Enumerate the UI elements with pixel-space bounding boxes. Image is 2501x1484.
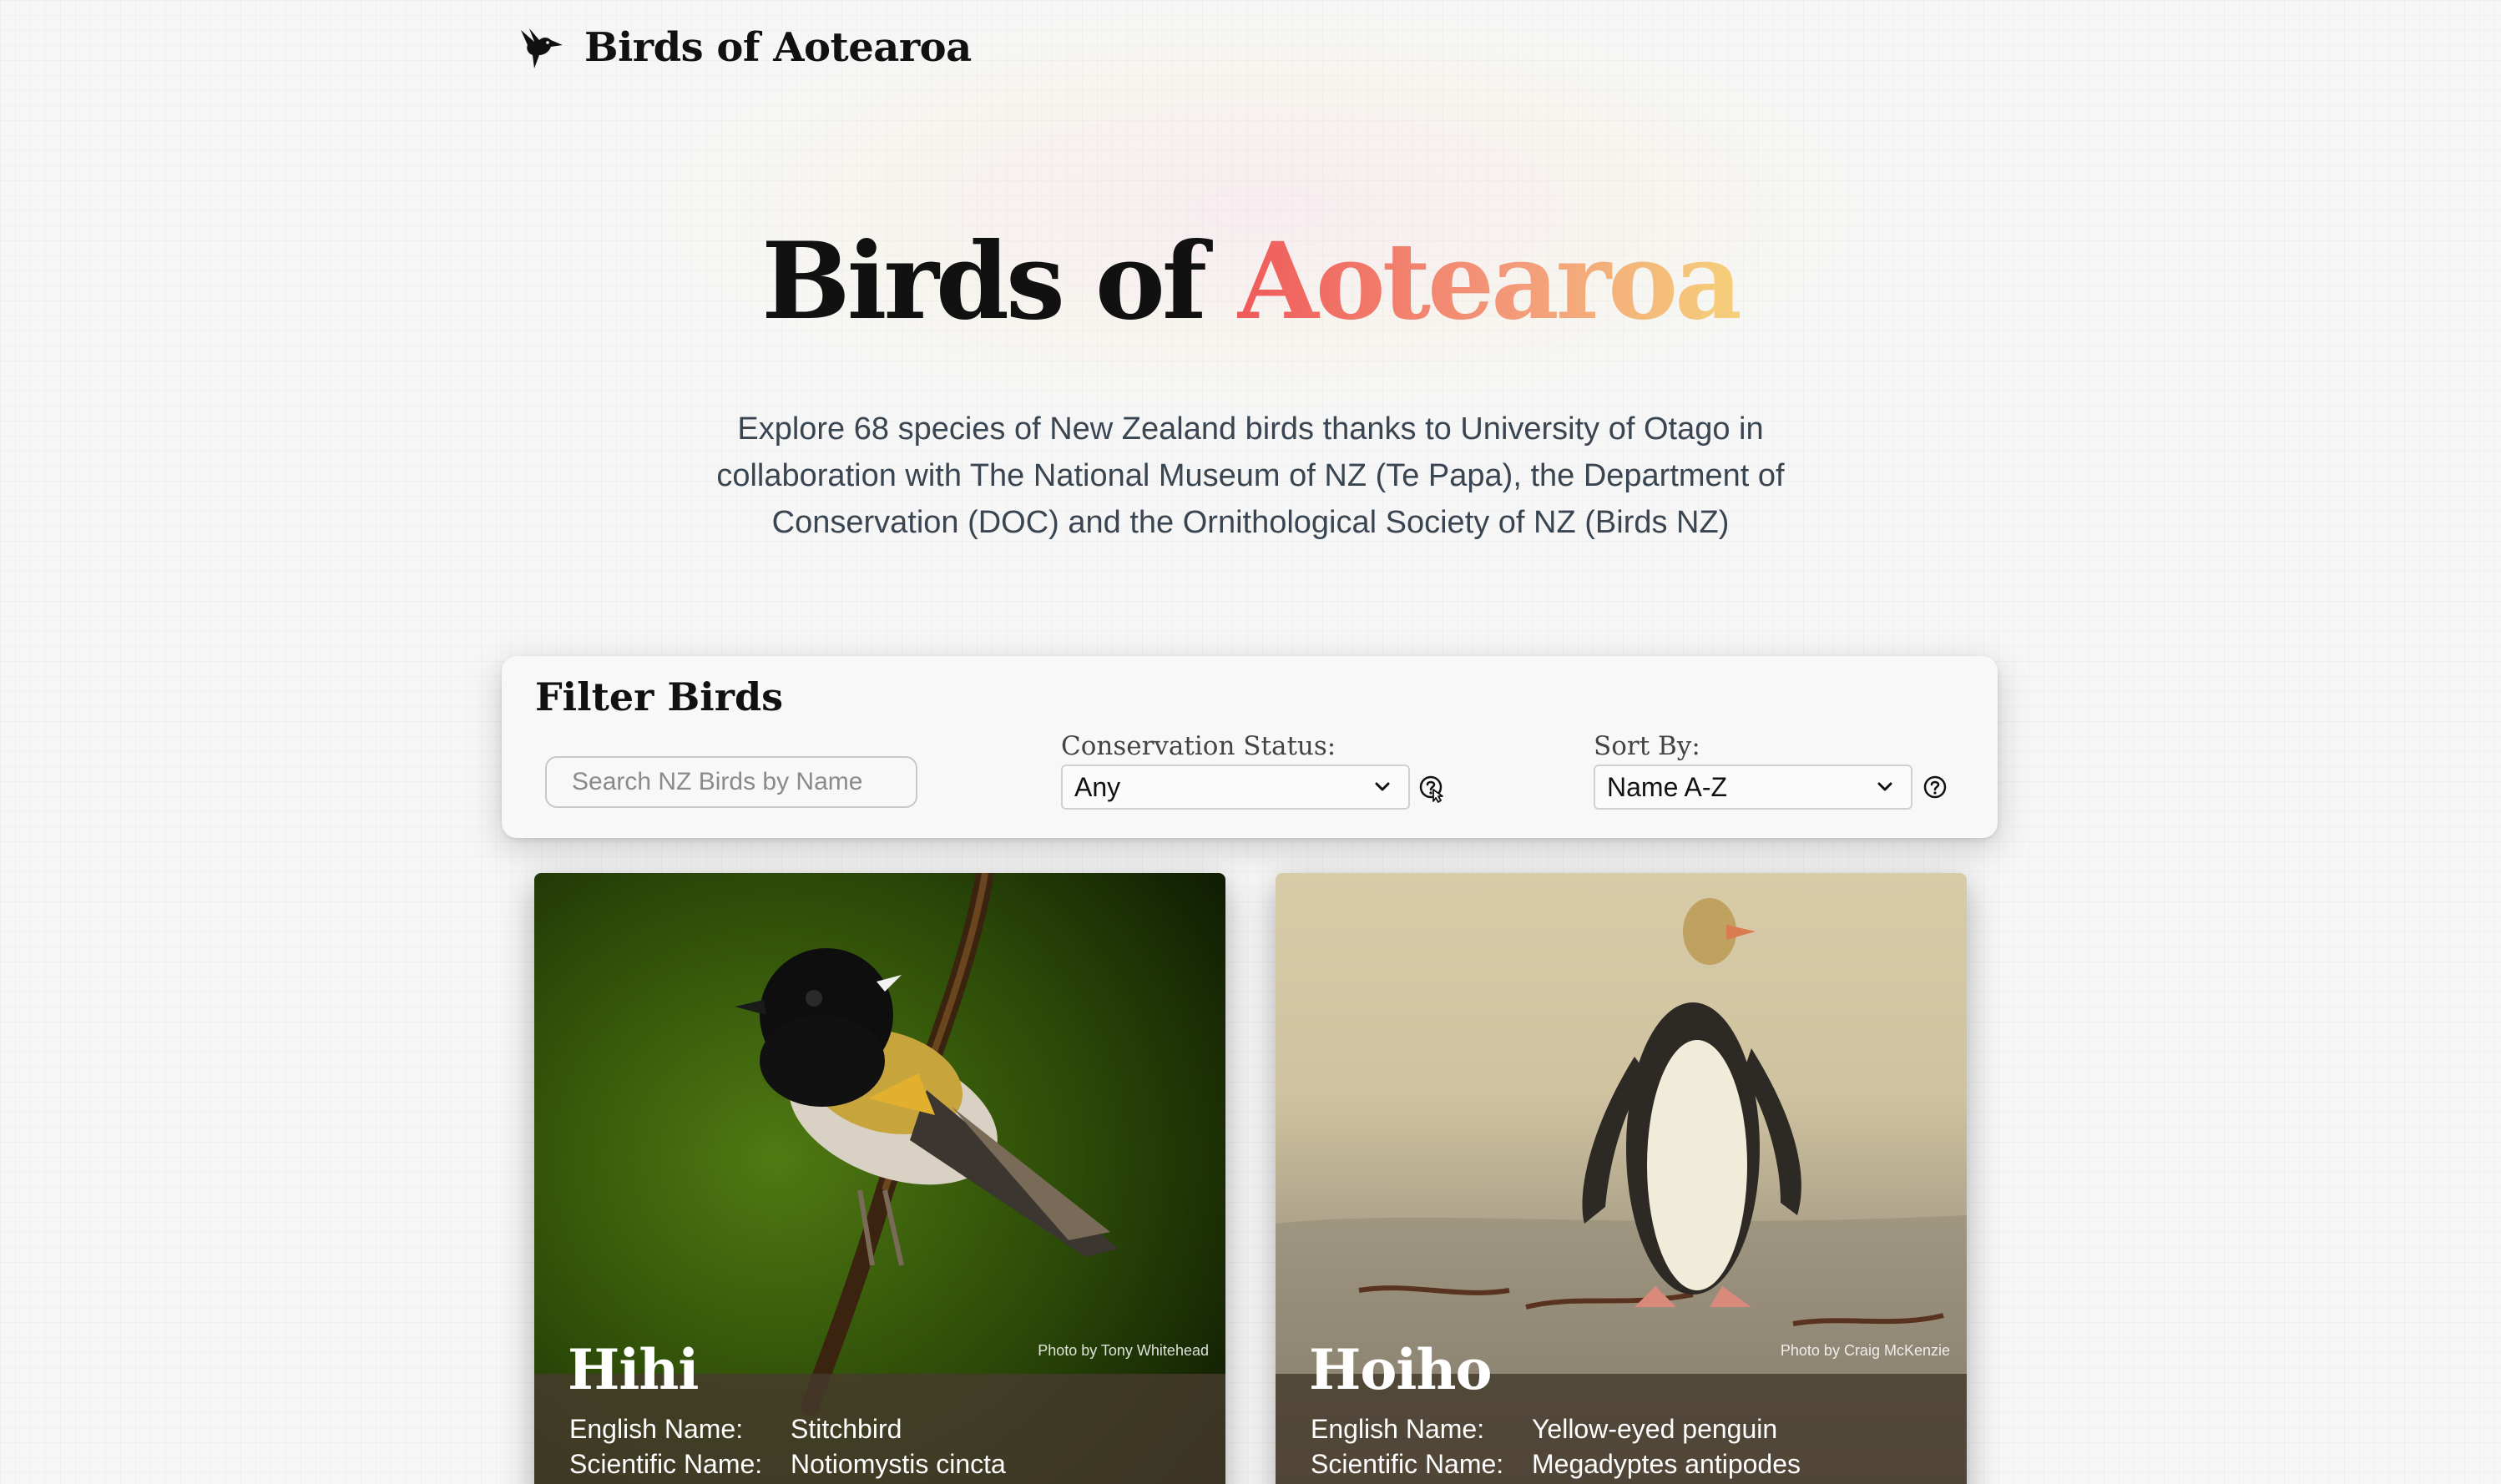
- scientific-name-row: Scientific Name: Megadyptes antipodes: [1311, 1449, 1801, 1480]
- scientific-name-row: Scientific Name: Notiomystis cincta: [569, 1449, 1006, 1480]
- conservation-status-select[interactable]: Any: [1061, 765, 1410, 810]
- bird-card[interactable]: Hihi Photo by Tony Whitehead English Nam…: [534, 873, 1225, 1484]
- sort-by-value: Name A-Z: [1607, 771, 1728, 802]
- english-name-value: Yellow-eyed penguin: [1532, 1414, 1778, 1444]
- english-name-row: English Name: Stitchbird: [569, 1414, 902, 1445]
- bird-card[interactable]: Hoiho Photo by Craig McKenzie English Na…: [1276, 873, 1967, 1484]
- brand-title[interactable]: Birds of Aotearoa: [584, 24, 972, 71]
- scientific-name-value: Notiomystis cincta: [791, 1449, 1006, 1479]
- scientific-name-value: Megadyptes antipodes: [1532, 1449, 1801, 1479]
- hero-title: Birds of Aotearoa: [0, 224, 2501, 340]
- english-name-row: English Name: Yellow-eyed penguin: [1311, 1414, 1777, 1445]
- hand-pointer-icon: [1432, 789, 1443, 803]
- bird-maori-name: Hoiho: [1309, 1337, 1492, 1402]
- english-name-label: English Name:: [1311, 1414, 1485, 1444]
- conservation-status-value: Any: [1074, 771, 1121, 802]
- filter-panel: Filter Birds Conservation Status: Any So…: [502, 656, 1998, 838]
- conservation-help-icon[interactable]: [1418, 775, 1447, 803]
- chevron-down-icon: [1877, 782, 1892, 791]
- hero-description: Explore 68 species of New Zealand birds …: [716, 411, 1785, 540]
- sort-help-icon[interactable]: [1921, 773, 1949, 801]
- photo-credit: Photo by Tony Whitehead: [1038, 1342, 1209, 1359]
- sort-by-label: Sort By:: [1594, 731, 1700, 761]
- conservation-status-label: Conservation Status:: [1061, 731, 1336, 761]
- search-input[interactable]: [545, 756, 917, 808]
- scientific-name-label: Scientific Name:: [569, 1449, 763, 1479]
- scientific-name-label: Scientific Name:: [1311, 1449, 1504, 1479]
- bird-maori-name: Hihi: [568, 1337, 699, 1402]
- site-header: Birds of Aotearoa: [516, 18, 972, 77]
- sort-by-select[interactable]: Name A-Z: [1594, 765, 1912, 810]
- chevron-down-icon: [1375, 782, 1390, 791]
- hero-title-accent: Aotearoa: [1236, 220, 1743, 343]
- filter-title: Filter Birds: [535, 674, 784, 719]
- english-name-label: English Name:: [569, 1414, 744, 1444]
- hero-title-main: Birds of: [761, 220, 1237, 343]
- hummingbird-icon[interactable]: [516, 23, 564, 72]
- photo-credit: Photo by Craig McKenzie: [1780, 1342, 1950, 1359]
- english-name-value: Stitchbird: [791, 1414, 902, 1444]
